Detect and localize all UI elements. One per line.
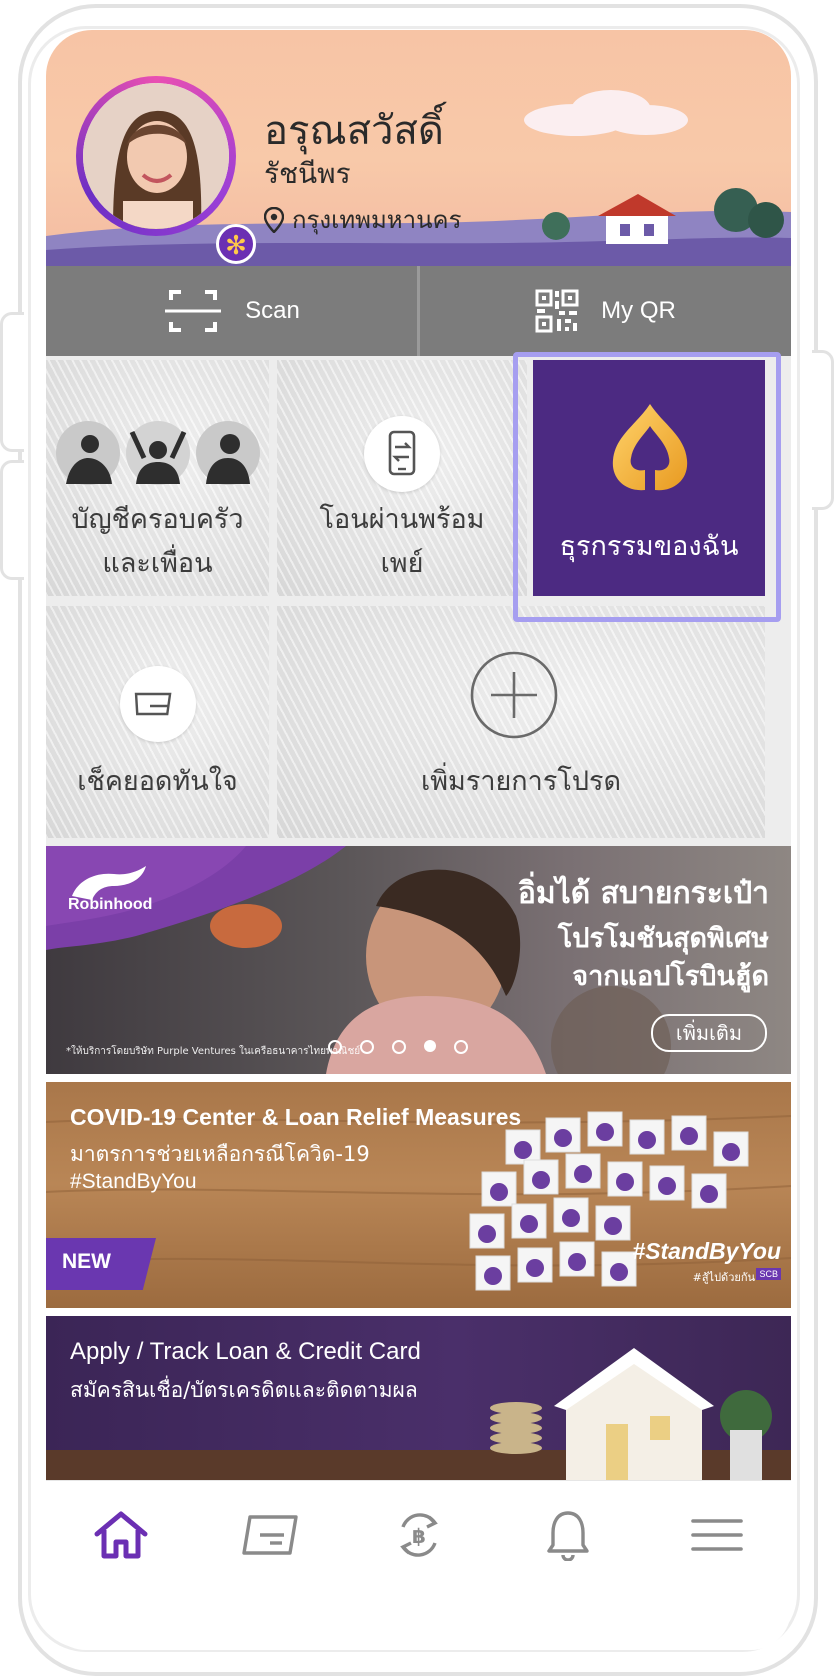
loan-credit-banner[interactable]: Apply / Track Loan & Credit Card สมัครสิ… — [46, 1316, 791, 1480]
covid-hashtag: #StandByYou — [70, 1170, 197, 1193]
new-badge-label: NEW — [62, 1250, 111, 1273]
user-name: รัชนีพร — [264, 157, 351, 190]
plus-icon — [470, 651, 558, 739]
quick-balance-tile[interactable]: เช็คยอดทันใจ — [46, 606, 269, 838]
baht-transfer-icon: ฿ — [399, 1513, 438, 1557]
promptpay-transfer-tile[interactable]: โอนผ่านพร้อม เพย์ — [277, 360, 527, 596]
avatar-photo — [83, 83, 229, 229]
profile-header: ✻ อรุณสวัสดิ์ รัชนีพร กรุงเทพมหานคร — [46, 30, 791, 266]
add-favorite-tile[interactable]: เพิ่มรายการโปรด — [277, 606, 765, 838]
scan-button[interactable]: Scan — [46, 266, 417, 356]
promptpay-label-line2: เพย์ — [380, 548, 424, 579]
location: กรุงเทพมหานคร — [264, 200, 461, 239]
promptpay-label-line1: โอนผ่านพร้อม — [319, 504, 485, 535]
my-qr-button[interactable]: My QR — [420, 266, 791, 356]
nav-notifications[interactable] — [536, 1503, 600, 1567]
robinhood-brand: Robinhood — [68, 896, 153, 913]
card-balance-icon — [120, 666, 196, 742]
robinhood-more-button[interactable]: เพิ่มเติม — [651, 1014, 767, 1052]
robinhood-headline: อิ่มได้ สบายกระเป๋า — [517, 876, 769, 911]
quick-actions-bar: Scan My QR — [46, 266, 791, 356]
my-qr-label: My QR — [601, 297, 676, 324]
robinhood-disclaimer: *ให้บริการโดยบริษัท Purple Ventures ในเค… — [66, 1046, 361, 1057]
standbyyou-sub: #สู้ไปด้วยกัน — [692, 1271, 755, 1284]
quick-balance-label: เช็คยอดทันใจ — [77, 766, 238, 797]
nav-home[interactable] — [89, 1503, 153, 1567]
phone-transfer-icon — [364, 416, 440, 492]
map-pin-icon — [264, 206, 284, 233]
location-text: กรุงเทพมหานคร — [292, 206, 462, 234]
family-friends-icon — [56, 421, 260, 485]
carousel-dot[interactable] — [360, 1040, 374, 1054]
card-icon — [241, 1515, 298, 1555]
nav-menu[interactable] — [685, 1503, 749, 1567]
scan-icon — [165, 290, 222, 332]
volume-button-lower — [0, 460, 24, 580]
scan-label: Scan — [245, 297, 300, 324]
new-badge: NEW — [46, 1238, 156, 1290]
bottom-nav: ฿ — [46, 1480, 791, 1589]
app-screen: ✻ อรุณสวัสดิ์ รัชนีพร กรุงเทพมหานคร Scan — [46, 30, 791, 1650]
bell-icon — [546, 1511, 589, 1561]
carousel-dot[interactable] — [392, 1040, 406, 1054]
avatar-badge-icon: ✻ — [216, 224, 256, 264]
carousel-dot[interactable] — [328, 1040, 342, 1054]
avatar[interactable]: ✻ — [76, 76, 256, 264]
standbyyou-overlay: #StandByYou — [632, 1238, 781, 1264]
add-favorite-label: เพิ่มรายการโปรด — [421, 766, 621, 797]
qr-code-icon — [535, 289, 579, 333]
nav-cards[interactable] — [238, 1503, 302, 1567]
covid-subtitle: มาตรการช่วยเหลือกรณีโควิด-19 — [70, 1142, 370, 1166]
family-accounts-label-line1: บัญชีครอบครัว — [71, 504, 244, 535]
family-accounts-tile[interactable]: บัญชีครอบครัว และเพื่อน — [46, 360, 269, 596]
home-icon — [94, 1511, 147, 1559]
covid-center-banner[interactable]: COVID-19 Center & Loan Relief Measures ม… — [46, 1082, 791, 1308]
loan-title: Apply / Track Loan & Credit Card — [70, 1338, 421, 1365]
selection-highlight — [513, 352, 781, 622]
menu-icon — [690, 1519, 743, 1551]
nav-transfer[interactable]: ฿ — [387, 1503, 451, 1567]
family-accounts-label-line2: และเพื่อน — [102, 548, 213, 579]
carousel-dot-active[interactable] — [424, 1040, 436, 1052]
robinhood-line3: จากแอปโรบินฮู้ด — [572, 961, 769, 992]
covid-title: COVID-19 Center & Loan Relief Measures — [70, 1104, 522, 1130]
carousel-dots — [328, 1040, 468, 1054]
robinhood-line2: โปรโมชันสุดพิเศษ — [557, 923, 769, 954]
cloud-illustration — [524, 90, 688, 136]
power-button — [812, 350, 834, 510]
volume-button — [0, 312, 24, 452]
loan-subtitle: สมัครสินเชื่อ/บัตรเครดิตและติดตามผล — [70, 1378, 418, 1402]
robinhood-banner[interactable]: Robinhood อิ่มได้ สบายกระเป๋า โปรโมชันสุ… — [46, 846, 791, 1074]
carousel-dot[interactable] — [454, 1040, 468, 1054]
svg-text:฿: ฿ — [412, 1524, 426, 1548]
scb-mini-logo: SCB — [756, 1268, 781, 1280]
